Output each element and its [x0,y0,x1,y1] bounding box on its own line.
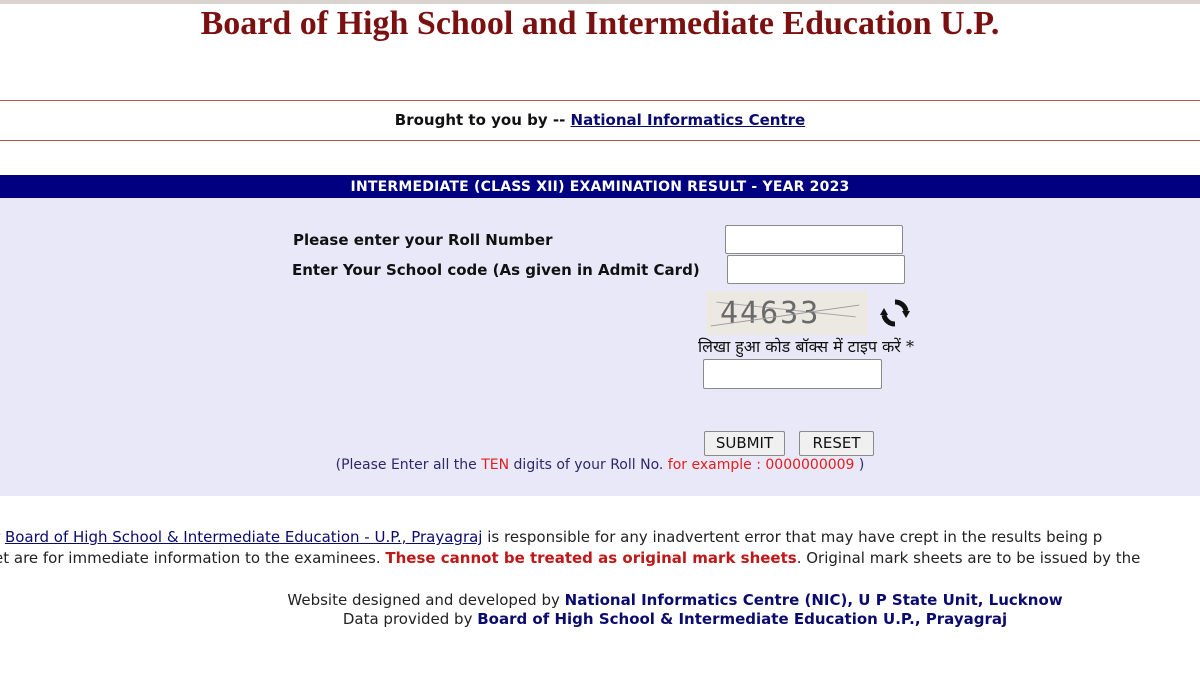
reset-button[interactable]: RESET [799,431,874,456]
form-section-title: INTERMEDIATE (CLASS XII) EXAMINATION RES… [0,175,1200,198]
disclaimer-line-1: r Board of High School & Intermediate Ed… [0,528,1102,546]
byline: Brought to you by -- National Informatic… [0,111,1200,129]
roll-number-label: Please enter your Roll Number [293,231,553,249]
disclaimer-line2-suffix: . Original mark sheets are to be issued … [796,549,1141,567]
captcha-input[interactable] [703,359,882,389]
credits-developer: Website designed and developed by Nation… [0,591,1200,609]
hint-ten: TEN [481,457,510,473]
divider-top [0,100,1200,101]
roll-number-input[interactable] [725,225,903,254]
school-code-input[interactable] [727,255,905,284]
disclaimer-warning: These cannot be treated as original mark… [385,549,797,567]
disclaimer-line-2: et are for immediate information to the … [0,549,1140,567]
hint-part3: ) [854,457,865,473]
captcha-text: 44633 [720,296,821,331]
disclaimer-line2-prefix: et are for immediate information to the … [0,549,386,567]
nic-link[interactable]: National Informatics Centre [571,111,806,129]
credits-data-provider: Data provided by Board of High School & … [0,610,1200,628]
hint-part1: (Please Enter all the [335,457,482,473]
credits-dev-name: National Informatics Centre (NIC), U P S… [564,591,1063,609]
credits-dev-prefix: Website designed and developed by [287,591,565,609]
disclaimer-suffix: is responsible for any inadvertent error… [482,528,1103,546]
board-link[interactable]: Board of High School & Intermediate Educ… [5,528,483,546]
hint-part2: digits of your Roll No. [509,457,668,473]
roll-number-hint: (Please Enter all the TEN digits of your… [0,457,1200,473]
captcha-prompt: लिखा हुआ कोड बॉक्स में टाइप करें * [698,337,914,356]
result-form-panel: INTERMEDIATE (CLASS XII) EXAMINATION RES… [0,175,1200,496]
credits-data-prefix: Data provided by [342,610,478,628]
byline-prefix: Brought to you by -- [394,111,566,129]
school-code-label: Enter Your School code (As given in Admi… [292,261,700,279]
divider-bottom [0,140,1200,141]
page-title: Board of High School and Intermediate Ed… [200,5,1000,42]
captcha-image: 44633 [706,291,868,335]
submit-button[interactable]: SUBMIT [704,431,785,456]
hint-example: for example : 0000000009 [667,457,855,473]
refresh-captcha-icon[interactable] [878,296,912,330]
credits-data-name: Board of High School & Intermediate Educ… [477,610,1008,628]
